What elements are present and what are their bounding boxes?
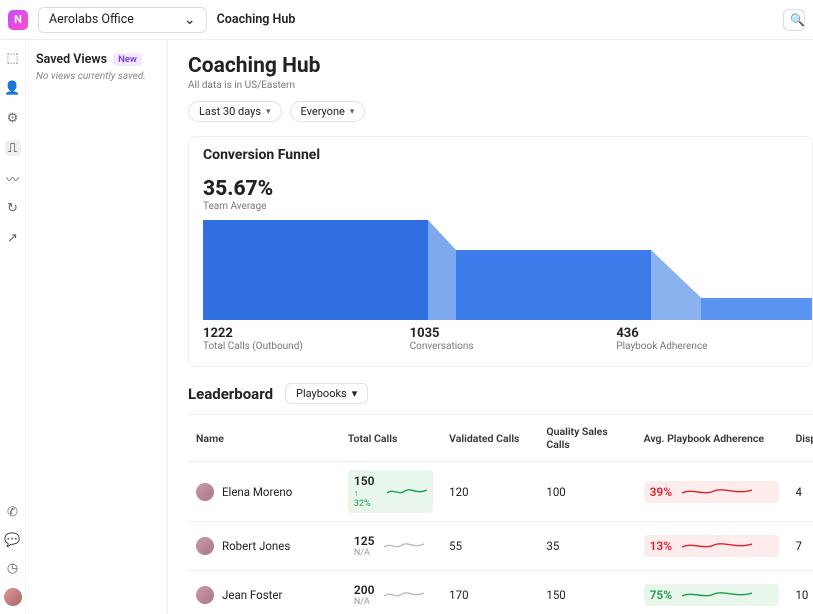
funnel-bar-total-calls (203, 220, 428, 320)
row-total-calls: 150 (354, 474, 377, 488)
row-adherence: 75% (650, 588, 673, 602)
conversion-funnel-panel: Conversion Funnel 35.67% Team Average 12… (188, 136, 813, 367)
filter-people[interactable]: Everyone ▾ (290, 101, 366, 122)
funnel-step-value: 1222 (203, 326, 410, 341)
nav-gear-icon[interactable]: ⚙ (5, 110, 21, 126)
nav-trend-icon[interactable]: ↗ (5, 230, 21, 246)
row-adherence: 13% (650, 539, 673, 553)
funnel-step-label: Conversations (410, 341, 617, 352)
row-total-calls-delta: N/A (354, 548, 375, 558)
funnel-bar-adherence (701, 298, 813, 320)
main-content: Coaching Hub All data is in US/Eastern L… (168, 40, 813, 614)
row-validated-calls: 55 (441, 522, 538, 571)
funnel-step-value: 1035 (410, 326, 617, 341)
nav-history-icon[interactable]: ↻ (5, 200, 21, 216)
row-total-calls: 200 (354, 583, 375, 597)
new-badge: New (113, 53, 142, 66)
filter-date-range[interactable]: Last 30 days ▾ (188, 101, 282, 122)
row-quality-calls: 35 (538, 522, 635, 571)
col-disp[interactable]: Disp (787, 415, 813, 462)
nav-user-icon[interactable]: 👤 (5, 80, 21, 96)
page-title: Coaching Hub (188, 54, 813, 78)
row-total-calls-delta: ↑ 32% (354, 488, 377, 509)
chevron-down-icon: ▾ (350, 107, 355, 117)
leaderboard-filter-label: Playbooks (296, 387, 347, 400)
user-avatar[interactable] (4, 588, 22, 606)
nav-activity-icon[interactable]: 〰 (5, 170, 21, 186)
row-total-calls-delta: N/A (354, 597, 375, 607)
search-input[interactable]: 🔍 S (783, 9, 805, 31)
col-name[interactable]: Name (188, 415, 340, 462)
table-row[interactable]: Elena Moreno 150↑ 32% 120100 39% 4 (188, 462, 813, 522)
saved-views-panel: Saved Views New No views currently saved… (26, 40, 168, 614)
filter-people-label: Everyone (301, 105, 345, 118)
page-subtitle: All data is in US/Eastern (188, 80, 813, 91)
row-total-calls: 125 (354, 534, 375, 548)
funnel-step-label: Total Calls (Outbound) (203, 341, 410, 352)
nav-rail: ⬚ 👤 ⚙ ⎍ 〰 ↻ ↗ ✆ 💬 ◷ (0, 40, 26, 614)
funnel-step-label: Playbook Adherence (616, 341, 813, 352)
col-adherence[interactable]: Avg. Playbook Adherence (636, 415, 788, 462)
funnel-step-value: 436 (616, 326, 813, 341)
chat-icon[interactable]: 💬 (5, 532, 21, 548)
app-logo[interactable]: N (8, 10, 28, 30)
avatar (196, 537, 214, 555)
clock-icon[interactable]: ◷ (5, 560, 21, 576)
funnel-slope (651, 250, 701, 320)
funnel-chart (203, 220, 813, 320)
table-row[interactable]: Robert Jones 125N/A 5535 13% 7 (188, 522, 813, 571)
leaderboard-title: Leaderboard (188, 385, 273, 403)
leaderboard-table: Name Total Calls Validated Calls Quality… (188, 414, 813, 614)
nav-home-icon[interactable]: ⬚ (5, 50, 21, 66)
col-total-calls[interactable]: Total Calls (340, 415, 441, 462)
avatar (196, 586, 214, 604)
row-name: Jean Foster (222, 588, 282, 602)
leaderboard-filter[interactable]: Playbooks ▾ (285, 383, 368, 404)
avatar (196, 483, 214, 501)
row-name: Elena Moreno (222, 485, 292, 499)
funnel-title: Conversion Funnel (189, 137, 812, 173)
filter-date-label: Last 30 days (199, 105, 261, 118)
funnel-percentage: 35.67% (203, 177, 798, 201)
phone-icon[interactable]: ✆ (5, 504, 21, 520)
chevron-down-icon: ▾ (266, 107, 271, 117)
office-select[interactable]: Aerolabs Office ⌄ (38, 7, 207, 33)
nav-coaching-icon[interactable]: ⎍ (5, 140, 21, 156)
funnel-slope (428, 220, 456, 320)
row-disp: 10 (787, 571, 813, 614)
funnel-percentage-label: Team Average (203, 201, 798, 212)
chevron-down-icon: ▾ (352, 387, 358, 400)
chevron-down-icon: ⌄ (184, 12, 196, 28)
table-row[interactable]: Jean Foster 200N/A 170150 75% 10 (188, 571, 813, 614)
saved-views-title: Saved Views (36, 52, 107, 67)
row-validated-calls: 170 (441, 571, 538, 614)
breadcrumb: Coaching Hub (217, 12, 296, 27)
funnel-bar-conversations (456, 250, 651, 320)
row-disp: 7 (787, 522, 813, 571)
row-disp: 4 (787, 462, 813, 522)
office-select-label: Aerolabs Office (49, 12, 134, 27)
row-quality-calls: 150 (538, 571, 635, 614)
row-name: Robert Jones (222, 539, 290, 553)
col-quality-calls[interactable]: Quality Sales Calls (538, 415, 635, 462)
row-validated-calls: 120 (441, 462, 538, 522)
col-validated-calls[interactable]: Validated Calls (441, 415, 538, 462)
saved-views-empty: No views currently saved. (36, 71, 157, 82)
row-adherence: 39% (650, 485, 673, 499)
search-icon: 🔍 (790, 13, 805, 27)
row-quality-calls: 100 (538, 462, 635, 522)
